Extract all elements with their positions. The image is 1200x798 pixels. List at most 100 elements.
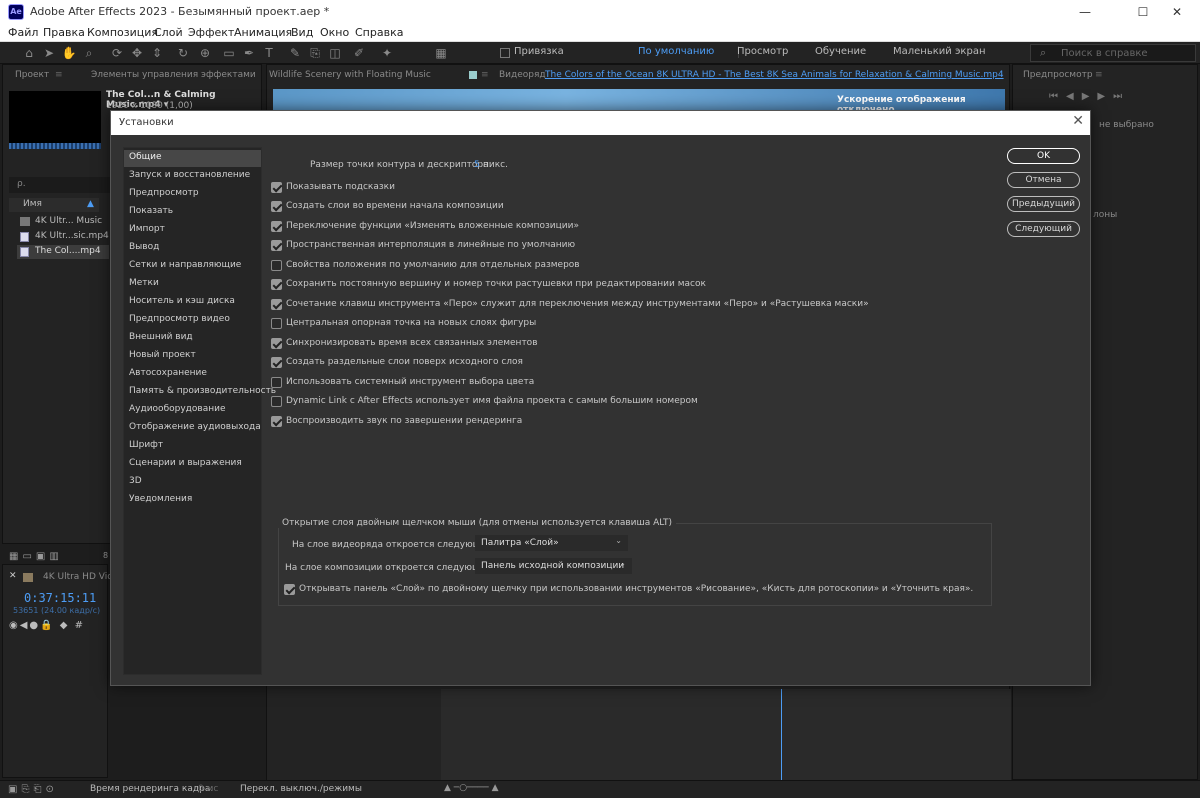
puppet-tool-icon[interactable]: ✦ [378, 44, 396, 62]
footage-layer-select[interactable]: Палитра «Слой» ⌄ [475, 535, 628, 551]
checkbox[interactable] [271, 221, 282, 232]
sidebar-item-import[interactable]: Импорт [124, 222, 261, 239]
tab-footage-file[interactable]: The Colors of the Ocean 8K ULTRA HD - Th… [545, 70, 1004, 80]
orbit-tool-icon[interactable]: ⟳ [108, 44, 126, 62]
brush-tool-icon[interactable]: ✎ [286, 44, 304, 62]
roto-tool-icon[interactable]: ✐ [350, 44, 368, 62]
menu-help[interactable]: Справка [355, 26, 403, 39]
sidebar-item-grids[interactable]: Сетки и направляющие [124, 258, 261, 275]
sidebar-item-output[interactable]: Вывод [124, 240, 261, 257]
pen-tool-icon[interactable]: ✒ [240, 44, 258, 62]
next-button[interactable]: Следующий [1007, 221, 1080, 237]
menu-window[interactable]: Окно [320, 26, 349, 39]
comp-layer-select[interactable]: Панель исходной композиции ⌄ [475, 558, 632, 574]
layer-switch-icons[interactable]: ◉◀●🔒 ◆ # [9, 620, 85, 631]
rotate-tool-icon[interactable]: ↻ [174, 44, 192, 62]
menu-animation[interactable]: Анимация [234, 26, 292, 39]
sidebar-item-memory[interactable]: Память & производительность [124, 384, 276, 401]
rectangle-tool-icon[interactable]: ▭ [220, 44, 238, 62]
project-footer-icons[interactable]: ▦▭▣▥ [9, 551, 89, 563]
sidebar-item-startup[interactable]: Запуск и восстановление [124, 168, 261, 185]
checkbox[interactable] [271, 299, 282, 310]
type-tool-icon[interactable]: T [260, 44, 278, 62]
checkbox[interactable] [271, 416, 282, 427]
checkbox[interactable] [271, 396, 282, 407]
workspace-small-screen[interactable]: Маленький экран [893, 46, 986, 57]
tab-project[interactable]: Проект [15, 70, 49, 80]
checkbox[interactable] [271, 279, 282, 290]
sidebar-item-type[interactable]: Шрифт [124, 438, 261, 455]
dolly-tool-icon[interactable]: ⇕ [148, 44, 166, 62]
anchor-tool-icon[interactable]: ⊕ [196, 44, 214, 62]
playhead[interactable] [781, 689, 782, 785]
dialog-close-icon[interactable]: ✕ [1072, 113, 1084, 129]
menu-effect[interactable]: Эффект [188, 26, 234, 39]
status-icons[interactable]: ▣⎘⎗⊙ [8, 784, 58, 795]
sidebar-item-video-preview[interactable]: Предпросмотр видео [124, 312, 261, 329]
minimize-button[interactable]: — [1062, 0, 1108, 24]
checkbox[interactable] [271, 240, 282, 251]
project-item[interactable]: 4K Ultr... Music [17, 215, 109, 229]
menu-edit[interactable]: Правка [43, 26, 85, 39]
snap-checkbox[interactable] [500, 48, 510, 58]
sidebar-item-display[interactable]: Показать [124, 204, 261, 221]
workspace-learn[interactable]: Обучение [815, 46, 866, 57]
zoom-tool-icon[interactable]: ⌕ [80, 44, 98, 62]
sidebar-item-audio-output[interactable]: Отображение аудиовыхода [124, 420, 261, 437]
tab-effect-controls[interactable]: Элементы управления эффектами [91, 70, 256, 80]
current-timecode[interactable]: 0:37:15:11 [24, 591, 96, 605]
checkbox[interactable] [271, 377, 282, 388]
preview-menu-icon[interactable]: ≡ [1095, 70, 1103, 80]
project-item[interactable]: 4K Ultr...sic.mp4 [17, 230, 109, 244]
sidebar-item-scripting[interactable]: Сценарии и выражения [124, 456, 261, 473]
sidebar-item-previews[interactable]: Предпросмотр [124, 186, 261, 203]
sidebar-item-media-cache[interactable]: Носитель и кэш диска [124, 294, 261, 311]
eraser-tool-icon[interactable]: ◫ [326, 44, 344, 62]
tab-menu-icon[interactable]: ≡ [55, 70, 63, 80]
selection-tool-icon[interactable]: ➤ [40, 44, 58, 62]
view-axis-icon[interactable]: ▦ [432, 44, 450, 62]
menu-view[interactable]: Вид [291, 26, 313, 39]
checkbox[interactable] [271, 260, 282, 271]
checkbox[interactable] [271, 338, 282, 349]
hand-tool-icon[interactable]: ✋ [60, 44, 78, 62]
viewer-menu-icon[interactable]: ≡ [481, 70, 489, 80]
sidebar-item-3d[interactable]: 3D [124, 474, 261, 491]
sidebar-item-notifications[interactable]: Уведомления [124, 492, 261, 509]
zoom-slider[interactable]: ▲ ─○──── ▲ [444, 783, 524, 795]
sidebar-item-new-project[interactable]: Новый проект [124, 348, 261, 365]
ok-button[interactable]: OK [1007, 148, 1080, 164]
clone-tool-icon[interactable]: ⎘ [306, 44, 324, 62]
checkbox[interactable] [284, 584, 295, 595]
tab-composition[interactable]: Wildlife Scenery with Floating Music [269, 70, 431, 80]
sidebar-item-autosave[interactable]: Автосохранение [124, 366, 261, 383]
help-search-input[interactable]: Поиск в справке [1030, 44, 1196, 62]
menu-layer[interactable]: Слой [154, 26, 183, 39]
project-item[interactable]: The Col....mp4 [17, 245, 109, 259]
sidebar-item-audio-hardware[interactable]: Аудиооборудование [124, 402, 261, 419]
sidebar-item-general[interactable]: Общие [124, 150, 261, 167]
playback-controls[interactable]: ⏮◀▶▶⏭ [1049, 91, 1130, 102]
cancel-button[interactable]: Отмена [1007, 172, 1080, 188]
sidebar-item-labels[interactable]: Метки [124, 276, 261, 293]
checkbox[interactable] [271, 182, 282, 193]
render-time-value: 0 мс [198, 784, 219, 794]
home-icon[interactable]: ⌂ [20, 44, 38, 62]
toggle-switches-modes[interactable]: Перекл. выключ./режимы [240, 784, 362, 794]
column-name-header[interactable]: Имя [9, 198, 99, 212]
tab-preview[interactable]: Предпросмотр [1023, 70, 1093, 80]
pan-tool-icon[interactable]: ✥ [128, 44, 146, 62]
checkbox[interactable] [271, 201, 282, 212]
checkbox[interactable] [271, 357, 282, 368]
previous-button[interactable]: Предыдущий [1007, 196, 1080, 212]
path-point-value[interactable]: 5 [474, 160, 480, 170]
close-button[interactable]: ✕ [1154, 0, 1200, 24]
close-tab-icon[interactable]: ✕ [9, 571, 17, 581]
checkbox[interactable] [271, 318, 282, 329]
workspace-review[interactable]: Просмотр [737, 46, 788, 57]
sidebar-item-appearance[interactable]: Внешний вид [124, 330, 261, 347]
menu-file[interactable]: Файл [8, 26, 38, 39]
workspace-default[interactable]: По умолчанию [638, 46, 714, 57]
tab-footage-label[interactable]: Видеоряд [499, 70, 546, 80]
menu-composition[interactable]: Композиция [87, 26, 158, 39]
